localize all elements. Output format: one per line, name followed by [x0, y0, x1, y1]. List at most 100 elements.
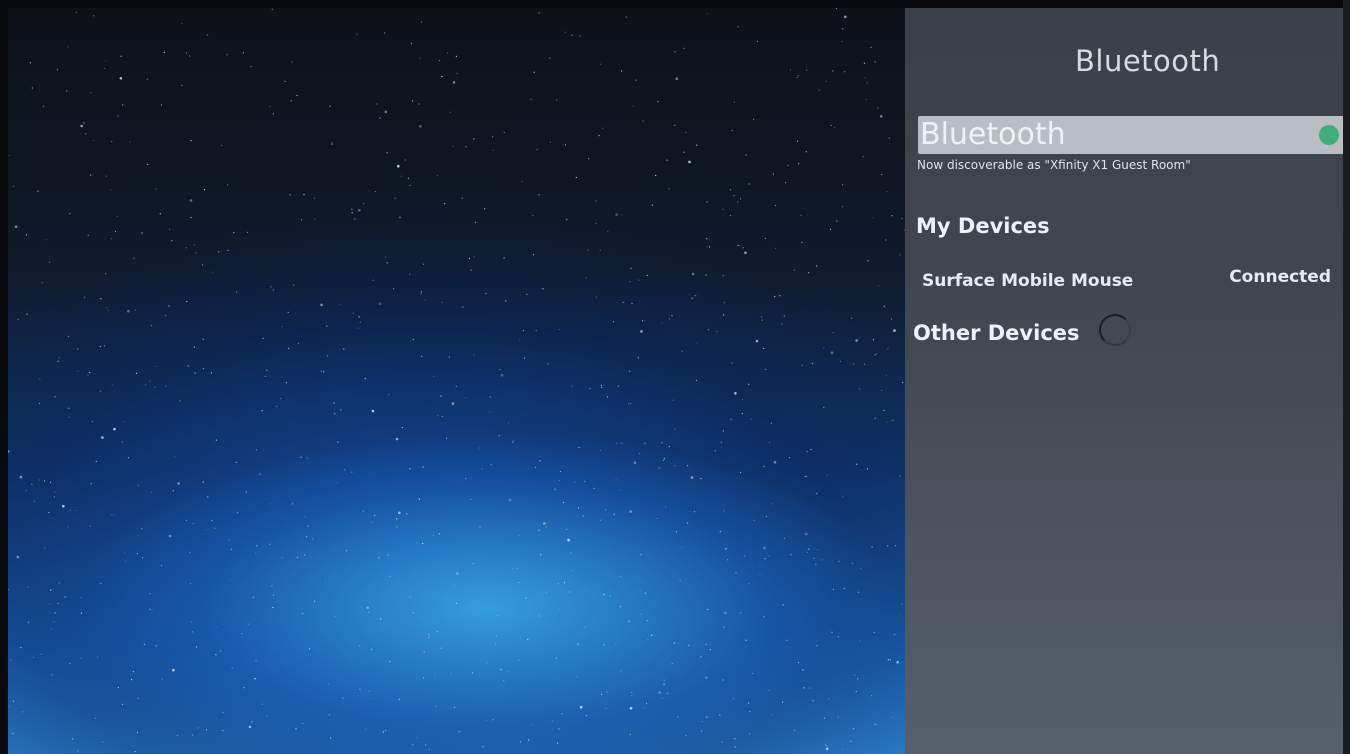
star — [842, 184, 844, 186]
star — [482, 746, 484, 748]
star — [723, 314, 725, 316]
star — [602, 127, 604, 129]
star — [831, 631, 833, 633]
star — [631, 691, 633, 694]
star — [796, 76, 798, 78]
star — [149, 380, 151, 382]
star — [577, 643, 579, 645]
star — [828, 698, 830, 700]
star — [125, 560, 127, 562]
star — [724, 611, 727, 615]
star — [615, 479, 617, 481]
star — [601, 693, 603, 696]
star — [53, 621, 55, 623]
star — [864, 363, 866, 365]
star — [116, 215, 118, 217]
star — [123, 421, 125, 423]
star — [716, 331, 718, 333]
star — [358, 208, 361, 212]
star — [881, 173, 883, 176]
star — [512, 568, 514, 570]
toggle-on-indicator-icon[interactable] — [1319, 125, 1339, 145]
star — [8, 705, 9, 707]
star — [801, 364, 803, 366]
star — [190, 216, 192, 219]
star — [625, 16, 627, 18]
star — [453, 585, 456, 587]
star — [804, 532, 808, 536]
star — [185, 247, 187, 249]
star — [271, 8, 273, 10]
star — [192, 631, 194, 633]
star — [97, 656, 99, 658]
star — [470, 498, 472, 500]
star — [68, 416, 70, 418]
star — [629, 370, 631, 372]
star — [441, 415, 443, 418]
star — [186, 301, 188, 303]
star — [492, 719, 494, 721]
star — [637, 357, 639, 359]
star — [752, 672, 754, 675]
star — [420, 21, 423, 23]
star — [500, 373, 504, 377]
star — [205, 729, 208, 731]
star — [448, 356, 450, 358]
star — [434, 674, 436, 676]
star — [604, 509, 607, 511]
star — [862, 156, 864, 158]
star — [141, 528, 143, 530]
star — [606, 691, 608, 693]
star — [599, 249, 601, 251]
star — [147, 163, 149, 166]
star — [595, 200, 597, 202]
star — [694, 511, 696, 513]
star — [202, 338, 204, 340]
star — [314, 218, 316, 220]
star — [722, 679, 724, 681]
star — [189, 582, 192, 585]
star — [723, 510, 725, 512]
star — [642, 120, 644, 122]
star — [646, 702, 648, 705]
star — [304, 554, 306, 556]
star — [356, 33, 358, 35]
star — [691, 297, 693, 299]
star — [27, 586, 29, 588]
star — [334, 616, 336, 618]
star — [797, 140, 799, 142]
star — [802, 669, 804, 671]
star — [8, 154, 10, 157]
star — [416, 736, 418, 739]
star — [760, 316, 763, 318]
star — [465, 146, 467, 148]
star — [507, 671, 509, 673]
star — [420, 293, 422, 295]
star — [371, 648, 373, 650]
star — [601, 386, 603, 388]
star — [117, 686, 119, 689]
star — [90, 174, 92, 176]
bluetooth-toggle-row[interactable]: Bluetooth — [918, 116, 1345, 154]
star — [155, 188, 157, 190]
star — [721, 741, 723, 743]
star — [296, 556, 298, 559]
star — [832, 70, 834, 72]
star — [192, 522, 194, 525]
star — [396, 518, 398, 520]
other-devices-heading: Other Devices — [913, 321, 1080, 345]
star — [661, 322, 663, 324]
desktop-wallpaper — [8, 8, 908, 754]
star — [456, 72, 458, 74]
star — [450, 672, 452, 675]
star — [366, 606, 369, 609]
star — [763, 616, 765, 618]
star — [793, 269, 795, 271]
star — [696, 342, 698, 344]
star — [860, 568, 862, 570]
star — [558, 328, 560, 331]
star — [359, 688, 361, 691]
star — [438, 59, 440, 62]
star — [708, 246, 711, 248]
star — [245, 491, 247, 493]
